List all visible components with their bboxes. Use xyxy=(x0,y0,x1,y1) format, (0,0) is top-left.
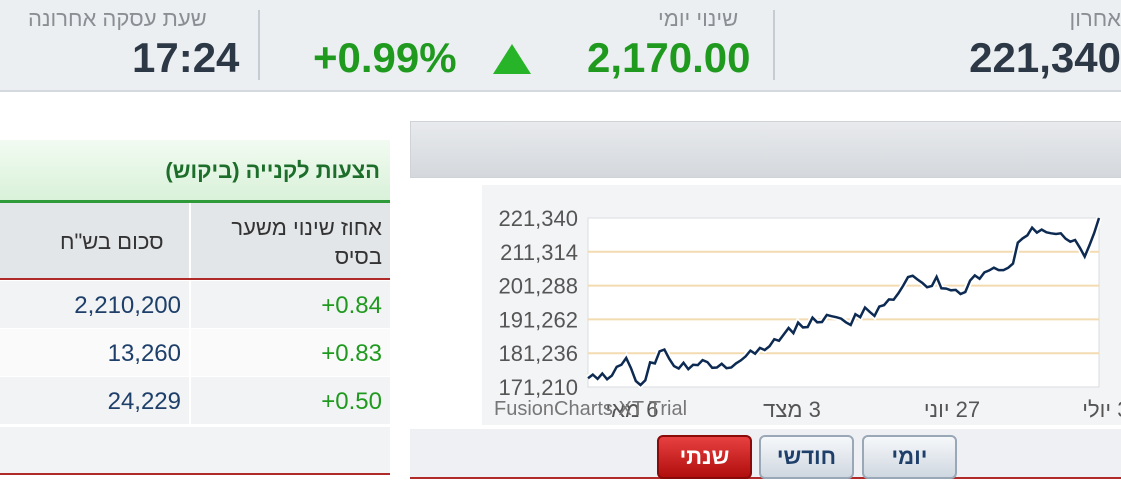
price-chart: 221,340 211,314 201,288 191,262 181,236 171,2… xyxy=(482,185,1121,425)
table-row: 13,260 +0.83 xyxy=(0,329,390,377)
change-value: +0.84 xyxy=(321,292,382,319)
plot-area xyxy=(587,217,1100,388)
column-header-amount: סכום בש"ח xyxy=(60,229,164,254)
change-value: +0.83 xyxy=(321,340,382,367)
stats-bar: אחרון 221,340 שינוי יומי 2,170.00 +0.99%… xyxy=(0,0,1121,92)
column-divider xyxy=(189,203,191,278)
monthly-button[interactable]: חודשי xyxy=(759,435,854,479)
y-tick-label: 221,340 xyxy=(498,206,578,231)
y-tick-label: 211,314 xyxy=(500,240,578,265)
range-button-bar: שנתי חודשי יומי xyxy=(410,429,1121,479)
bids-table: הצעות לקנייה (ביקוש) אחוז שינוי משער בסי… xyxy=(0,140,390,480)
bids-title: הצעות לקנייה (ביקוש) xyxy=(165,158,380,183)
change-cell: +0.83 xyxy=(191,329,390,376)
y-tick-label: 201,288 xyxy=(498,274,578,299)
last-price-label: אחרון xyxy=(1069,6,1121,31)
column-header-change-pct: אחוז שינוי משער בסיס xyxy=(231,215,382,269)
table-header-row: אחוז שינוי משער בסיס סכום בש"ח xyxy=(0,203,390,280)
amount-value: 2,210,200 xyxy=(74,292,181,319)
amount-cell: 13,260 xyxy=(0,329,189,376)
last-price-value: 221,340 xyxy=(969,34,1121,81)
daily-change-percent: +0.99% xyxy=(313,34,457,81)
divider xyxy=(773,10,775,80)
table-row-empty xyxy=(0,427,390,475)
amount-cell: 2,210,200 xyxy=(0,281,189,328)
change-cell: +0.84 xyxy=(191,281,390,328)
yearly-button[interactable]: שנתי xyxy=(657,435,752,479)
x-tick-label: 3 מצד xyxy=(763,397,821,422)
triangle-up-icon xyxy=(493,44,531,74)
x-tick-label: 27 יוני xyxy=(924,397,980,422)
amount-value: 24,229 xyxy=(107,388,181,415)
x-tick-label: 31 יולי xyxy=(1082,397,1121,422)
change-value: +0.50 xyxy=(321,388,382,415)
watermark-text: FusionCharts XT Trial xyxy=(494,398,687,420)
bids-header: הצעות לקנייה (ביקוש) xyxy=(0,140,390,203)
y-tick-label: 191,262 xyxy=(498,307,578,332)
daily-change-value: 2,170.00 xyxy=(587,34,751,81)
y-tick-label: 171,210 xyxy=(498,375,578,400)
daily-button[interactable]: יומי xyxy=(862,435,957,479)
y-tick-label: 181,236 xyxy=(498,341,578,366)
amount-value: 13,260 xyxy=(107,340,181,367)
table-row: 24,229 +0.50 xyxy=(0,377,390,425)
daily-change-label: שינוי יומי xyxy=(658,6,739,31)
change-cell: +0.50 xyxy=(191,377,390,424)
amount-cell: 24,229 xyxy=(0,377,189,424)
last-trade-time-label: שעת עסקה אחרונה xyxy=(28,6,207,31)
table-row: 2,210,200 +0.84 xyxy=(0,281,390,329)
chart-svg: 221,340 211,314 201,288 191,262 181,236 171,2… xyxy=(494,206,1121,422)
chart-panel: 221,340 211,314 201,288 191,262 181,236 171,2… xyxy=(410,121,1121,479)
divider xyxy=(258,10,260,80)
chart-header xyxy=(410,121,1121,178)
last-trade-time-value: 17:24 xyxy=(132,34,240,81)
